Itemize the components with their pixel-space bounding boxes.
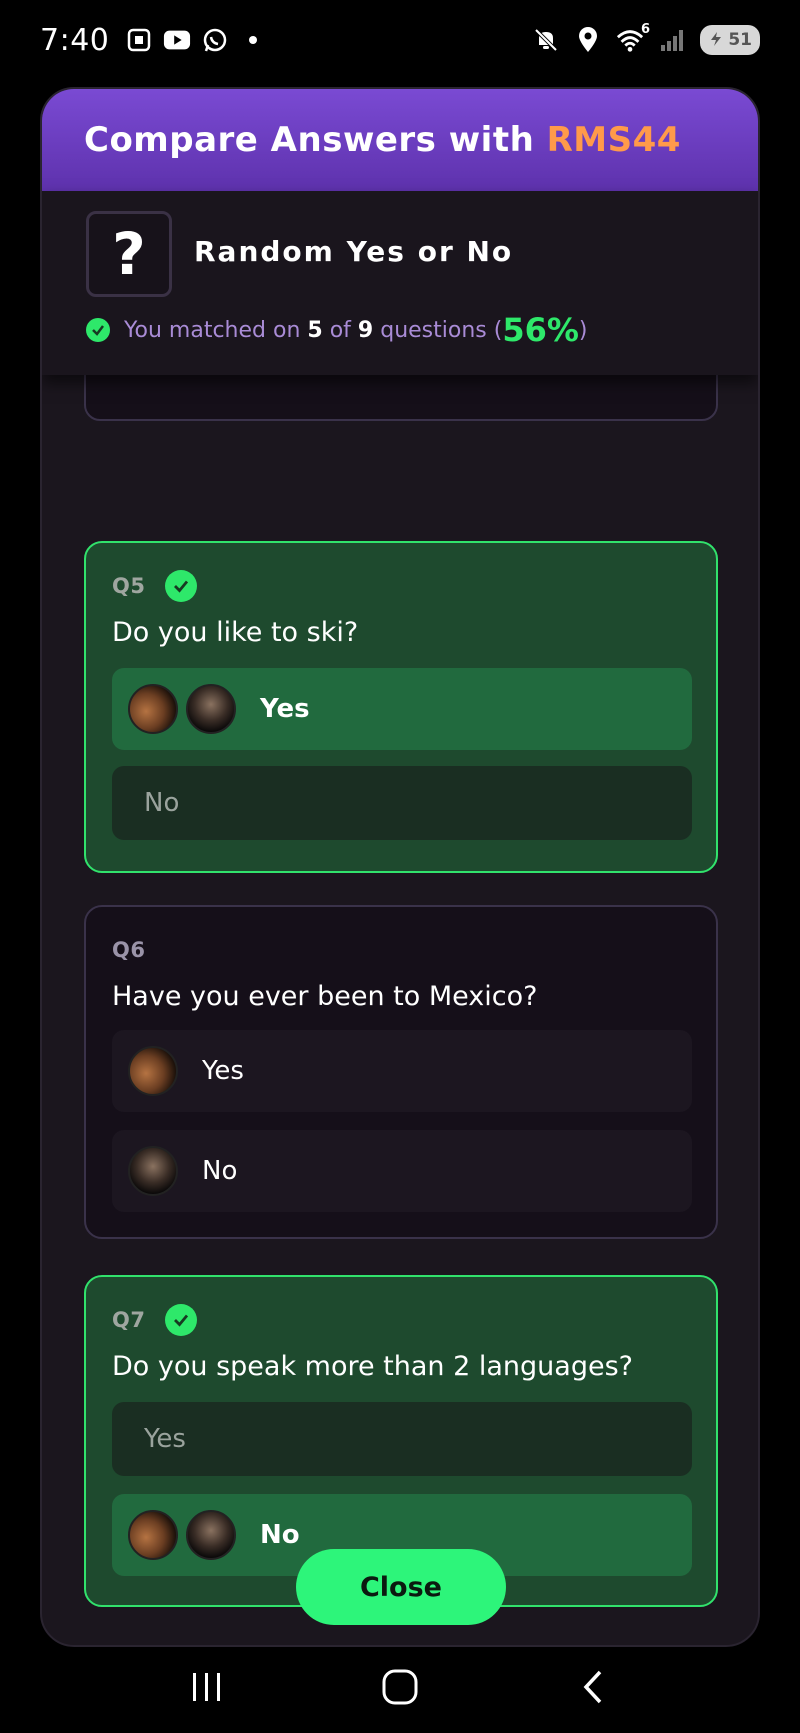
questions-scroll-area[interactable]: Q5 Do you like to ski? Yes No Q6 Have yo… — [42, 375, 758, 1645]
question-card-q5: Q5 Do you like to ski? Yes No — [84, 541, 718, 873]
question-text: Do you speak more than 2 languages? — [112, 1351, 633, 1382]
match-percent: 56% — [502, 311, 579, 349]
status-bar: 7:40 6 51 — [0, 0, 800, 80]
match-count: 5 — [307, 317, 323, 343]
mute-icon — [532, 26, 560, 54]
whatsapp-icon — [201, 26, 229, 54]
recent-apps-icon[interactable] — [177, 1657, 237, 1717]
answer-label: No — [144, 788, 180, 818]
answer-label: Yes — [202, 1056, 244, 1086]
dot-icon — [239, 26, 267, 54]
youtube-icon — [163, 26, 191, 54]
answer-option-yes[interactable]: Yes — [112, 1402, 692, 1476]
check-icon — [86, 318, 110, 342]
answer-option-yes[interactable]: Yes — [112, 1030, 692, 1112]
answer-option-no[interactable]: No — [112, 766, 692, 840]
battery-level: 51 — [728, 30, 752, 50]
compared-username: RMS44 — [546, 120, 681, 160]
quiz-name: Random Yes or No — [194, 235, 514, 268]
status-right-icons: 6 51 — [532, 22, 760, 55]
answer-label: No — [260, 1520, 300, 1550]
player-2-avatar — [186, 1510, 236, 1560]
location-icon — [574, 26, 602, 54]
quiz-summary: ? Random Yes or No You matched on 5 of 9… — [42, 191, 758, 375]
modal-title: Compare Answers with RMS44 — [84, 120, 681, 160]
screenshot-icon — [125, 26, 153, 54]
answer-label: Yes — [144, 1424, 186, 1454]
match-total: 9 — [357, 317, 374, 343]
match-of: of — [329, 317, 351, 343]
match-prefix: You matched on — [124, 317, 301, 343]
signal-icon — [658, 26, 686, 54]
answer-option-yes[interactable]: Yes — [112, 668, 692, 750]
question-number: Q6 — [112, 938, 146, 962]
answer-label: No — [202, 1156, 238, 1186]
match-check-icon — [165, 1304, 198, 1336]
match-close-paren: ) — [578, 317, 588, 343]
compare-answers-modal: Compare Answers with RMS44 ? Random Yes … — [40, 87, 760, 1647]
system-nav-bar — [0, 1640, 800, 1733]
home-icon[interactable] — [370, 1657, 430, 1717]
battery-saver-icon — [711, 32, 721, 46]
player-1-avatar — [128, 684, 178, 734]
question-number: Q7 — [112, 1308, 146, 1332]
player-1-avatar — [128, 1046, 178, 1096]
player-1-avatar — [128, 1510, 178, 1560]
answer-option-no[interactable]: No — [112, 1130, 692, 1212]
wifi-badge: 6 — [640, 22, 650, 37]
battery-indicator: 51 — [700, 25, 760, 55]
status-time: 7:40 — [40, 22, 110, 58]
match-summary: You matched on 5 of 9 questions (56%) — [86, 311, 588, 349]
modal-header: Compare Answers with RMS44 — [42, 89, 758, 191]
back-icon[interactable] — [563, 1657, 623, 1717]
quiz-question-icon: ? — [86, 211, 172, 297]
question-text: Have you ever been to Mexico? — [112, 981, 538, 1012]
previous-question-card — [84, 375, 718, 421]
player-2-avatar — [128, 1146, 178, 1196]
player-2-avatar — [186, 684, 236, 734]
match-suffix: questions ( — [380, 317, 503, 343]
wifi-icon: 6 — [616, 22, 650, 54]
question-number: Q5 — [112, 574, 146, 598]
answer-label: Yes — [260, 694, 310, 724]
status-left-icons — [125, 26, 267, 54]
question-card-q6: Q6 Have you ever been to Mexico? Yes No — [84, 905, 718, 1239]
close-button[interactable]: Close — [296, 1549, 506, 1625]
modal-title-prefix: Compare Answers with — [84, 120, 547, 160]
question-text: Do you like to ski? — [112, 617, 359, 648]
match-check-icon — [165, 570, 198, 602]
